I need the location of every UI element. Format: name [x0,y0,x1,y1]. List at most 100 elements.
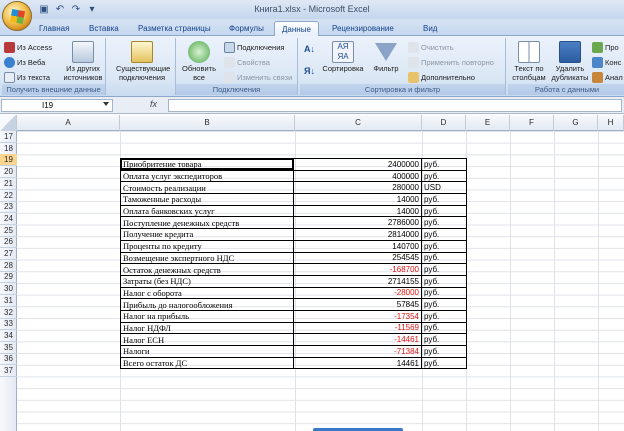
cell-amount[interactable]: 14000 [293,204,422,218]
column-header-c[interactable]: C [295,115,422,131]
connections-button[interactable]: Подключения [224,40,284,54]
cell-currency[interactable]: руб. [421,263,467,276]
cell-amount[interactable]: -17354 [293,309,422,323]
sort-asc-button[interactable]: A↓ [304,42,315,56]
cell-amount[interactable]: 2714155 [293,274,422,288]
cell-item-name[interactable]: Налог с оборота [120,286,294,300]
column-header-e[interactable]: E [466,115,510,131]
cell-item-name[interactable]: Получение кредита [120,228,294,241]
cell-currency[interactable]: руб. [421,298,467,311]
cell-amount[interactable]: 2400000 [293,158,422,171]
tab-formulas[interactable]: Формулы [222,21,271,36]
reapply-button[interactable]: Применить повторно [408,55,494,69]
row-header-18[interactable]: 18 [0,143,17,155]
data-validation-button[interactable]: Про [592,40,619,54]
row-header-22[interactable]: 22 [0,190,17,202]
cell-amount[interactable]: -71384 [293,345,422,358]
cell-item-name[interactable]: Оплата услуг экспедиторов [120,169,294,183]
cell-currency[interactable]: USD [421,181,467,195]
cell-currency[interactable]: руб. [421,345,467,358]
cell-currency[interactable]: руб. [421,216,467,230]
row-header-20[interactable]: 20 [0,166,17,179]
cell-amount[interactable]: 400000 [293,169,422,183]
office-button[interactable] [2,1,32,31]
row-header-26[interactable]: 26 [0,236,17,249]
edit-links-button[interactable]: Изменить связи [224,70,292,84]
existing-connections-button[interactable]: Существующие подключения [116,39,170,84]
cell-amount[interactable]: -11569 [293,321,422,335]
cell-currency[interactable]: руб. [421,169,467,183]
tab-view[interactable]: Вид [416,21,444,36]
row-header-23[interactable]: 23 [0,201,17,214]
what-if-analysis-button[interactable]: Анал [592,70,623,84]
cell-currency[interactable]: руб. [421,228,467,241]
row-header-27[interactable]: 27 [0,248,17,260]
cell-currency[interactable]: руб. [421,251,467,265]
column-header-b[interactable]: B [120,115,295,131]
row-header-33[interactable]: 33 [0,318,17,331]
cell-amount[interactable]: 280000 [293,181,422,195]
cell-currency[interactable]: руб. [421,309,467,323]
cell-amount[interactable]: 14461 [293,356,422,370]
cell-item-name[interactable]: Прибыль до налогообложения [120,298,294,311]
cell-item-name[interactable]: Возмещение экспертного НДС [120,251,294,265]
sort-button[interactable]: АЯ ЯА Сортировка [320,39,366,84]
row-header-37[interactable]: 37 [0,365,17,377]
from-access-button[interactable]: Из Access [4,40,52,54]
cell-amount[interactable]: -168700 [293,263,422,276]
tab-review[interactable]: Рецензирование [325,21,401,36]
row-header-34[interactable]: 34 [0,330,17,342]
cell-amount[interactable]: 254545 [293,251,422,265]
row-header-29[interactable]: 29 [0,271,17,284]
cell-currency[interactable]: руб. [421,204,467,218]
cell-item-name[interactable]: Оплата банковских услуг [120,204,294,218]
row-header-28[interactable]: 28 [0,260,17,272]
cell-currency[interactable]: руб. [421,193,467,206]
tab-home[interactable]: Главная [32,21,76,36]
cell-item-name[interactable]: Стоимость реализации [120,181,294,195]
tab-data[interactable]: Данные [274,21,319,36]
column-header-d[interactable]: D [422,115,466,131]
cell-currency[interactable]: руб. [421,321,467,335]
remove-duplicates-button[interactable]: Удалить дубликаты [550,39,590,84]
cell-currency[interactable]: руб. [421,286,467,300]
filter-button[interactable]: Фильтр [368,39,404,84]
text-to-columns-button[interactable]: Текст по столбцам [508,39,550,84]
column-header-a[interactable]: A [17,115,120,131]
row-header-19[interactable]: 19 [0,154,17,167]
cell-item-name[interactable]: Таможенные расходы [120,193,294,206]
cell-item-name[interactable]: Налоги [120,345,294,358]
cell-amount[interactable]: 2814000 [293,228,422,241]
cell-item-name[interactable]: Всего остаток ДС [120,356,294,370]
from-text-button[interactable]: Из текста [4,70,50,84]
row-header-21[interactable]: 21 [0,178,17,190]
select-all-corner[interactable] [0,115,17,131]
cell-item-name[interactable]: Проценты по кредиту [120,239,294,253]
worksheet-grid[interactable]: Приобритение товара 2400000 руб. Оплата усл… [17,131,624,431]
cell-amount[interactable]: 14000 [293,193,422,206]
cell-amount[interactable]: 57845 [293,298,422,311]
cell-item-name[interactable]: Налог ЕСН [120,333,294,346]
column-header-h[interactable]: H [598,115,624,131]
row-header-30[interactable]: 30 [0,283,17,296]
cell-currency[interactable]: руб. [421,158,467,171]
refresh-all-button[interactable]: Обновить все [176,39,222,84]
sort-desc-button[interactable]: Я↓ [304,64,315,78]
row-header-24[interactable]: 24 [0,213,17,225]
formula-input[interactable] [168,99,622,112]
row-header-36[interactable]: 36 [0,353,17,366]
cell-amount[interactable]: -14461 [293,333,422,346]
column-header-g[interactable]: G [554,115,598,131]
row-header-17[interactable]: 17 [0,131,17,143]
cell-item-name[interactable]: Затраты (без НДС) [120,274,294,288]
from-web-button[interactable]: Из Веба [4,55,45,69]
cell-currency[interactable]: руб. [421,333,467,346]
column-header-f[interactable]: F [510,115,554,131]
cell-item-name[interactable]: Остаток денежных средств [120,263,294,276]
from-other-sources-button[interactable]: Из других источников [60,39,106,84]
properties-button[interactable]: Свойства [224,55,270,69]
cell-amount[interactable]: -28000 [293,286,422,300]
cell-amount[interactable]: 2786000 [293,216,422,230]
cell-item-name[interactable]: Поступление денежных средств [120,216,294,230]
name-box[interactable]: I19 [1,99,113,112]
